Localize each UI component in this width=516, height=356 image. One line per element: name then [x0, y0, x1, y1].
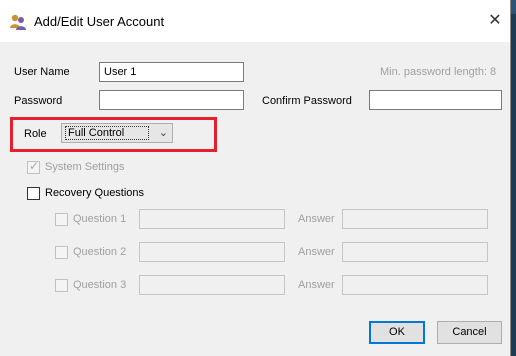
users-icon	[10, 14, 26, 30]
question-2-input[interactable]	[139, 242, 285, 262]
system-settings-label: System Settings	[45, 161, 125, 173]
answer-1-input[interactable]	[342, 209, 488, 229]
password-label: Password	[14, 95, 63, 107]
cancel-button[interactable]: Cancel	[437, 321, 502, 344]
question-1-checkbox[interactable]	[55, 213, 68, 226]
question-3-label: Question 3	[73, 279, 127, 291]
question-1-label: Question 1	[73, 213, 127, 225]
question-3-input[interactable]	[139, 275, 285, 295]
dialog-title: Add/Edit User Account	[34, 14, 165, 29]
recovery-questions-checkbox[interactable]	[27, 187, 40, 200]
min-password-hint: Min. password length: 8	[380, 66, 497, 78]
question-2-checkbox[interactable]	[55, 246, 68, 259]
answer-3-input[interactable]	[342, 275, 488, 295]
answer-1-label: Answer	[298, 213, 335, 225]
question-2-label: Question 2	[73, 246, 127, 258]
question-3-checkbox[interactable]	[55, 279, 68, 292]
confirm-password-label: Confirm Password	[262, 95, 352, 107]
role-select[interactable]: Full Control ⌄	[61, 123, 173, 143]
add-edit-user-dialog: Add/Edit User Account ✕ User Name User 1…	[0, 0, 511, 356]
user-name-input[interactable]: User 1	[99, 62, 244, 82]
chevron-down-icon: ⌄	[158, 127, 168, 139]
question-1-input[interactable]	[139, 209, 285, 229]
confirm-password-input[interactable]	[369, 90, 502, 110]
role-label: Role	[24, 128, 47, 140]
system-settings-checkbox[interactable]: ✓	[27, 159, 40, 174]
answer-2-label: Answer	[298, 246, 335, 258]
role-selected-value: Full Control	[65, 126, 149, 140]
answer-2-input[interactable]	[342, 242, 488, 262]
ok-button[interactable]: OK	[369, 321, 425, 344]
close-icon[interactable]: ✕	[480, 6, 510, 36]
password-input[interactable]	[99, 90, 244, 110]
title-bar: Add/Edit User Account ✕	[0, 0, 510, 42]
checkmark-icon: ✓	[29, 159, 40, 173]
answer-3-label: Answer	[298, 279, 335, 291]
recovery-questions-label: Recovery Questions	[45, 187, 145, 199]
user-name-label: User Name	[14, 66, 70, 78]
